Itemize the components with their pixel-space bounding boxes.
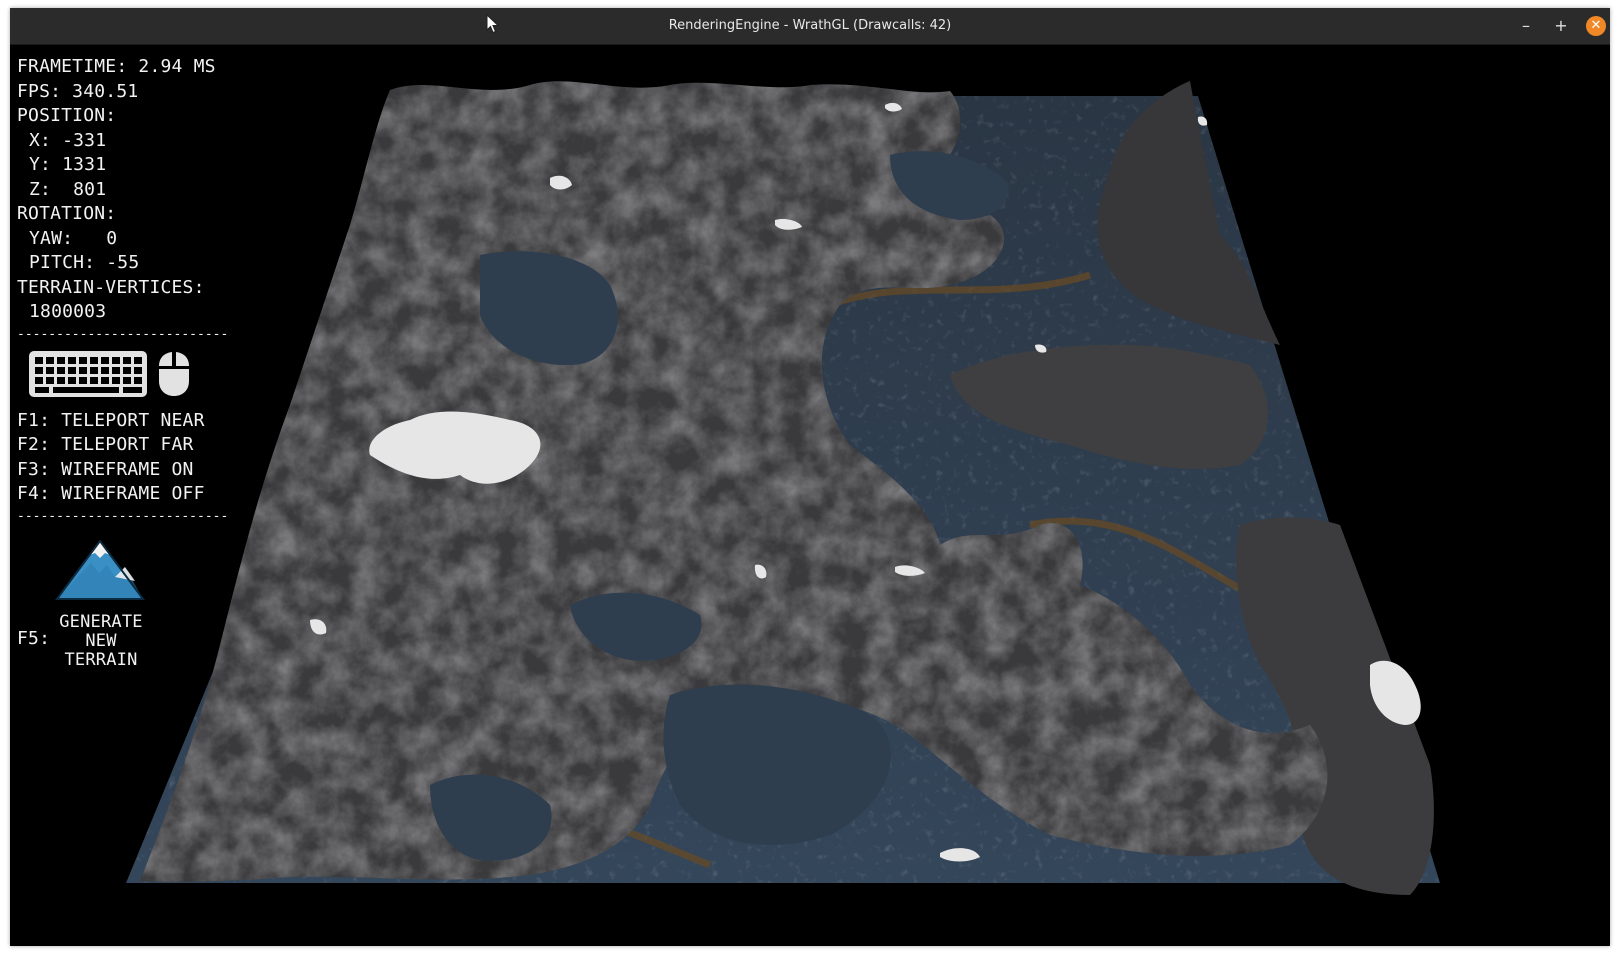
close-button[interactable]: ✕ [1586, 16, 1606, 36]
minimize-button[interactable]: – [1516, 16, 1536, 36]
rotation-pitch: PITCH: -55 [29, 252, 140, 273]
position-heading: POSITION: [17, 105, 117, 126]
position-x: X: -331 [29, 129, 107, 151]
app-window: RenderingEngine - WrathGL (Drawcalls: 42… [10, 8, 1610, 946]
fps-readout: FPS: 340.51 [17, 80, 139, 102]
position-z: Z: 801 [29, 178, 107, 200]
mountain-icon[interactable] [55, 537, 145, 601]
title-bar[interactable]: RenderingEngine - WrathGL (Drawcalls: 42… [10, 8, 1610, 45]
hud-separator: ------------------------------- [17, 326, 227, 342]
position-y: Y: 1331 [29, 154, 107, 175]
control-f4: F4: WIREFRAME OFF [17, 483, 205, 504]
hud-separator-2: ------------------------------- [17, 508, 227, 524]
control-f2: F2: TELEPORT FAR [17, 434, 194, 455]
hud-overlay: FRAMETIME: 2.94 MS FPS: 340.51 POSITION:… [17, 55, 227, 679]
maximize-button[interactable]: + [1551, 16, 1571, 36]
cursor-icon [486, 14, 500, 34]
terrain-view[interactable] [10, 45, 1610, 946]
render-viewport[interactable]: FRAMETIME: 2.94 MS FPS: 340.51 POSITION:… [10, 45, 1610, 946]
window-title: RenderingEngine - WrathGL (Drawcalls: 42… [668, 18, 952, 33]
generate-terrain-control[interactable]: F5: GENERATE NEW TERRAIN [17, 529, 227, 679]
generate-key-label: F5: [17, 627, 51, 649]
rotation-yaw: YAW: 0 [29, 227, 118, 249]
generate-terrain-label: GENERATE NEW TERRAIN [59, 611, 143, 670]
terrain-vertices-heading: TERRAIN-VERTICES: [17, 276, 205, 298]
rotation-heading: ROTATION: [17, 203, 117, 224]
input-devices [17, 347, 227, 409]
terrain-vertices-count: 1800003 [29, 301, 107, 322]
mouse-icon [159, 351, 189, 396]
control-f3: F3: WIREFRAME ON [17, 458, 194, 480]
control-f1: F1: TELEPORT NEAR [17, 409, 205, 431]
keyboard-icon [29, 350, 147, 397]
frametime-readout: FRAMETIME: 2.94 MS [17, 56, 216, 77]
